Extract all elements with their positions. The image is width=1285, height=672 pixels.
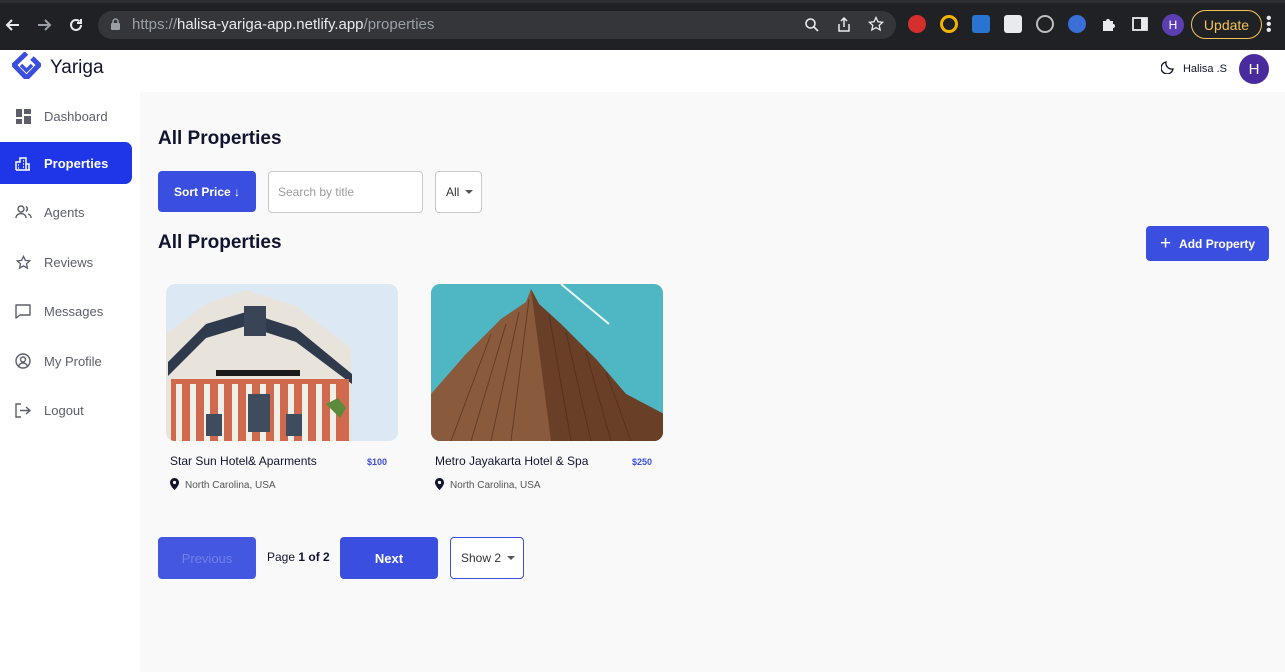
page-title: All Properties [158, 128, 282, 149]
reload-icon[interactable] [65, 14, 87, 36]
location-pin-icon [170, 478, 179, 493]
sidebar-item-dashboard[interactable]: Dashboard [0, 95, 132, 137]
lighthouse-extension-icon[interactable] [1004, 15, 1022, 33]
sidebar-item-my-profile[interactable]: My Profile [0, 340, 132, 382]
property-title: Star Sun Hotel& Aparments [170, 454, 317, 468]
property-type-select[interactable]: All [435, 171, 482, 213]
chevron-down-icon [507, 556, 516, 560]
search-input[interactable] [268, 171, 423, 213]
sidebar-item-label: My Profile [44, 353, 102, 369]
page-size-select[interactable]: Show 2 [450, 537, 524, 579]
sidebar-item-label: Properties [44, 155, 109, 171]
property-location: North Carolina, USA [170, 478, 276, 493]
list-title: All Properties [158, 232, 282, 253]
sidebar-item-label: Dashboard [44, 108, 108, 124]
plus-icon: + [1159, 233, 1172, 254]
location-text: North Carolina, USA [185, 480, 276, 491]
building-icon [14, 154, 32, 172]
next-button[interactable]: Next [340, 537, 438, 579]
share-icon[interactable] [837, 16, 851, 38]
browser-profile-avatar[interactable]: H [1162, 14, 1184, 36]
logout-icon [14, 401, 32, 419]
translate-extension-icon[interactable] [972, 15, 990, 33]
chat-icon [14, 302, 32, 320]
page-prefix: Page [267, 550, 296, 564]
people-icon [14, 203, 32, 221]
extension-circle-icon[interactable] [940, 15, 958, 33]
sidebar-item-agents[interactable]: Agents [0, 191, 132, 233]
page-current: 1 of 2 [298, 550, 330, 564]
brand[interactable]: Yariga [11, 51, 104, 84]
location-text: North Carolina, USA [450, 480, 541, 491]
url-text: https://halisa-yariga-app.netlify.app/pr… [132, 16, 435, 33]
bookmark-star-icon[interactable] [867, 15, 885, 37]
sidebar-item-reviews[interactable]: Reviews [0, 241, 132, 283]
location-pin-icon [435, 478, 444, 493]
main-content: All Properties Sort Price ↓ All All Prop… [140, 92, 1285, 672]
address-bar[interactable]: https://halisa-yariga-app.netlify.app/pr… [98, 11, 896, 39]
yariga-logo-icon [11, 51, 42, 84]
add-property-button[interactable]: + Add Property [1146, 226, 1269, 261]
tab-strip-edge [0, 0, 1285, 3]
select-value: Show 2 [461, 551, 502, 565]
avatar[interactable]: H [1239, 54, 1269, 84]
sidebar-item-label: Messages [44, 303, 104, 319]
dashboard-icon [14, 107, 32, 125]
brand-name: Yariga [50, 57, 104, 78]
zoom-icon[interactable] [804, 17, 820, 38]
sidebar-item-label: Agents [44, 204, 85, 220]
sort-price-button[interactable]: Sort Price ↓ [158, 171, 256, 212]
page-indicator: Page 1 of 2 [267, 550, 330, 564]
property-image [431, 284, 663, 441]
property-card[interactable]: Metro Jayakarta Hotel & Spa $250 North C… [431, 284, 664, 499]
star-icon [14, 253, 32, 271]
sidebar-item-properties[interactable]: Properties [0, 142, 132, 184]
back-icon[interactable] [2, 14, 24, 36]
chevron-down-icon [465, 190, 474, 194]
moon-icon[interactable] [1160, 60, 1175, 79]
property-image [166, 284, 398, 441]
sidebar-item-messages[interactable]: Messages [0, 290, 132, 332]
property-location: North Carolina, USA [435, 478, 541, 493]
browser-chrome: https://halisa-yariga-app.netlify.app/pr… [0, 0, 1285, 50]
browser-extension-icon[interactable] [1068, 15, 1086, 33]
more-menu-icon[interactable]: • • • [1266, 11, 1272, 39]
property-price: $100 [366, 457, 387, 467]
sidebar: Dashboard Properties Agents Reviews Mess… [0, 92, 140, 672]
user-name: Halisa .S [1182, 63, 1227, 75]
sidebar-item-label: Logout [44, 402, 84, 418]
app-header: Yariga Halisa .S H [0, 50, 1285, 92]
puzzle-icon[interactable] [1100, 15, 1118, 38]
previous-button[interactable]: Previous [158, 537, 256, 579]
target-extension-icon[interactable] [1036, 15, 1054, 33]
header-user-area: Halisa .S H [1160, 54, 1269, 84]
user-circle-icon [14, 352, 32, 370]
adblock-extension-icon[interactable] [908, 15, 926, 33]
side-panel-icon[interactable] [1132, 16, 1148, 37]
select-value: All [446, 185, 460, 199]
add-property-label: Add Property [1179, 236, 1256, 251]
lock-icon [110, 18, 121, 36]
property-price: $250 [631, 457, 652, 467]
sidebar-item-label: Reviews [44, 254, 94, 270]
sidebar-item-logout[interactable]: Logout [0, 389, 132, 431]
property-card[interactable]: Star Sun Hotel& Aparments $100 North Car… [166, 284, 399, 499]
forward-icon[interactable] [33, 14, 55, 36]
property-title: Metro Jayakarta Hotel & Spa [435, 454, 589, 468]
update-button[interactable]: Update [1191, 10, 1262, 39]
